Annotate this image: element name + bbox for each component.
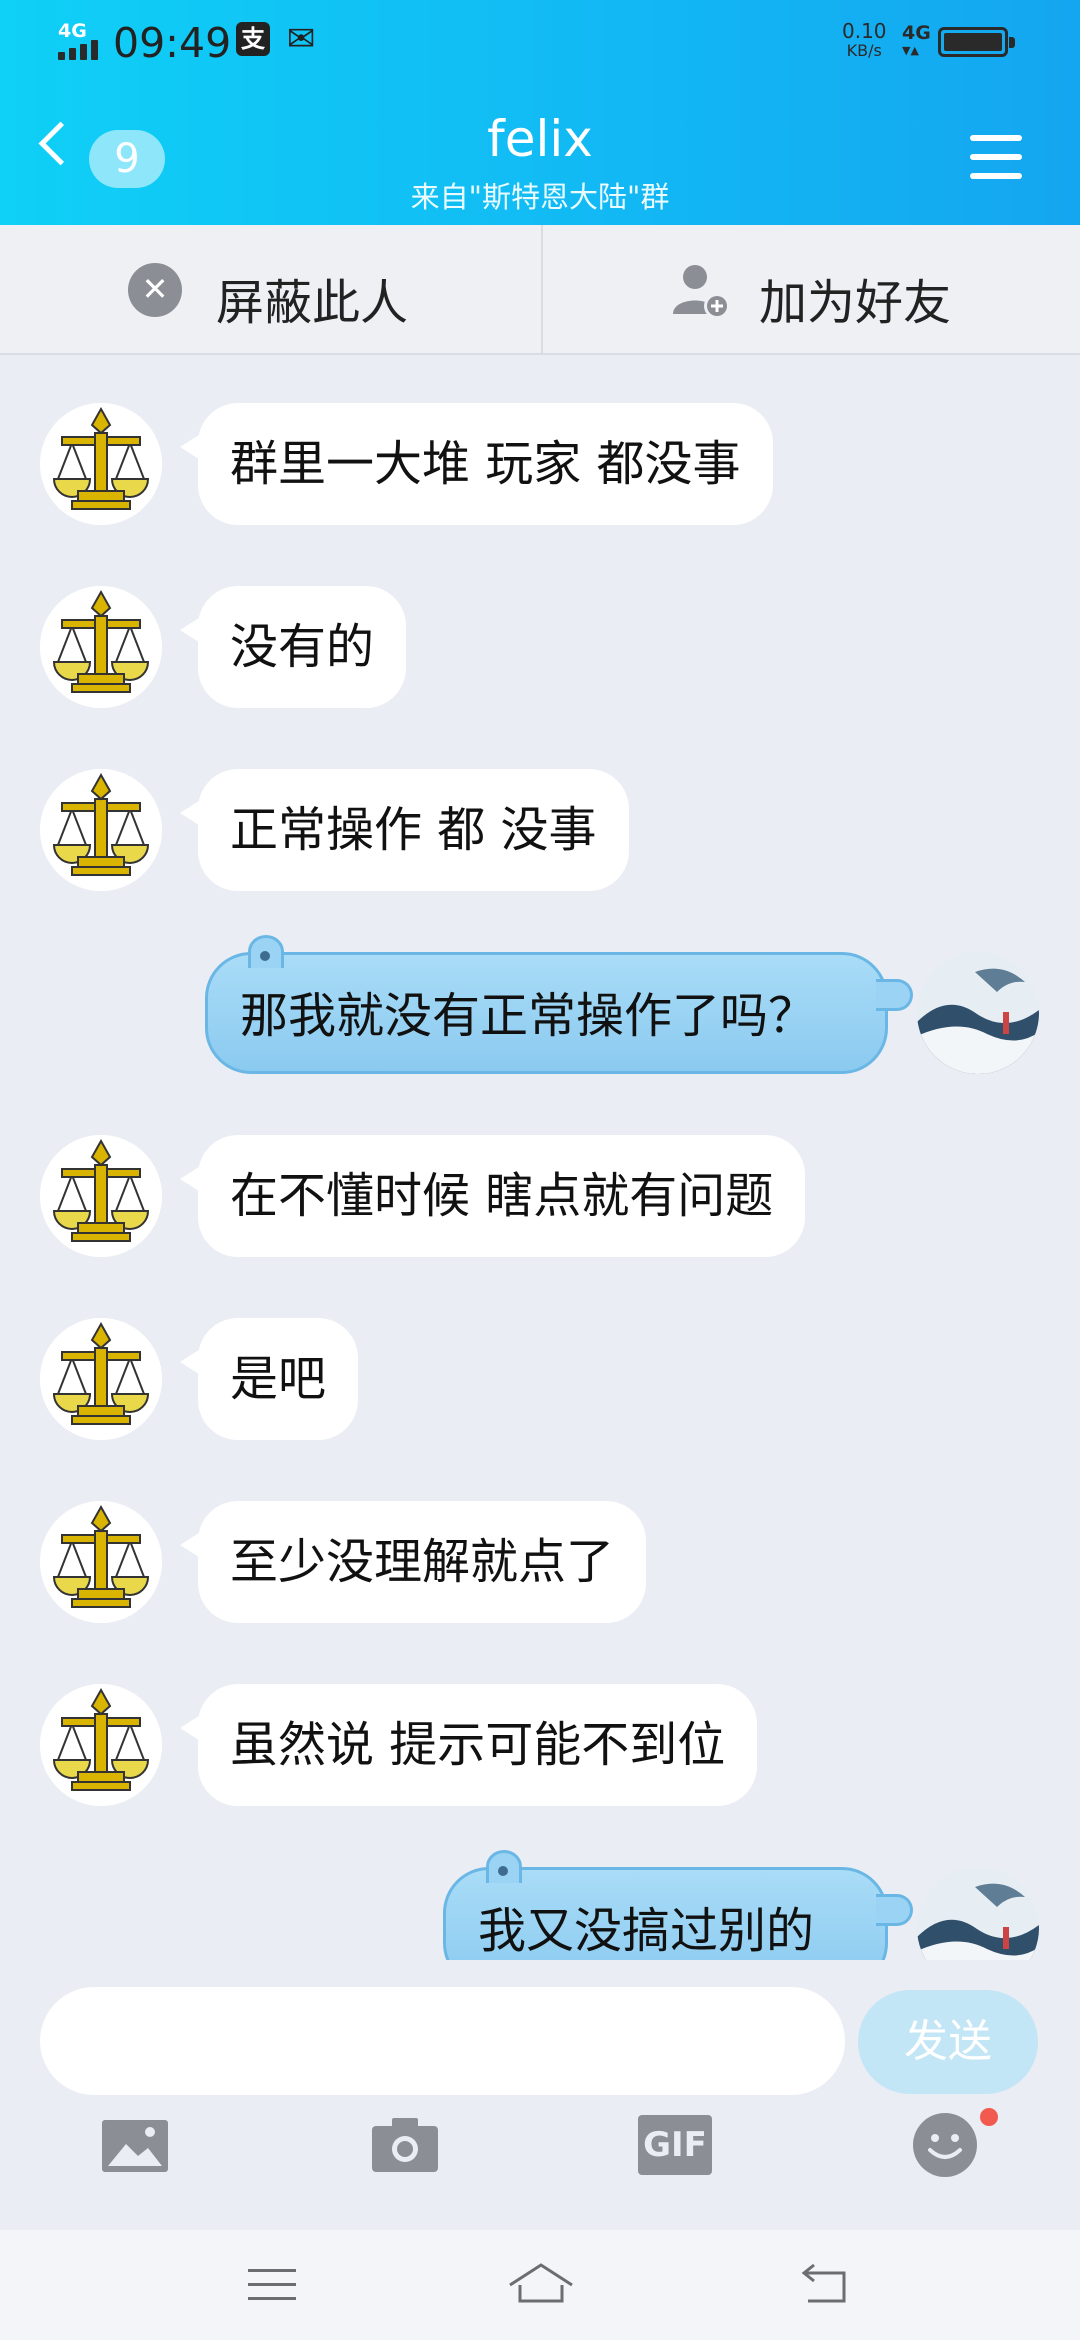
scales-emblem-icon [40,403,162,525]
speed-value: 0.10 [842,19,887,43]
sender-avatar[interactable] [40,403,162,525]
whale-artwork-icon [917,1867,1039,1960]
home-icon[interactable] [506,2255,576,2315]
scales-emblem-icon [40,1501,162,1623]
network-type: 4G [58,20,87,42]
scales-emblem-icon [40,1684,162,1806]
self-message-text: 我又没搞过别的 [478,1903,815,1959]
emoji-icon[interactable] [910,2110,980,2180]
sender-avatar[interactable] [40,586,162,708]
scales-emblem-icon [40,769,162,891]
message-bubble[interactable]: 虽然说 提示可能不到位 [179,1684,758,1806]
back-arrow-icon[interactable] [794,2255,854,2315]
sender-avatar[interactable] [40,769,162,891]
message-bubble[interactable]: 群里一大堆 玩家 都没事 [180,403,773,525]
self-avatar[interactable] [917,1867,1039,1960]
status-bar: 4G 09:49 支 ✉ 0.10 KB/s 4G ▼▲ [0,0,1080,84]
chat-header: 4G 09:49 支 ✉ 0.10 KB/s 4G ▼▲ 9 felix 来自"… [0,0,1080,225]
add-friend-label: 加为好友 [759,275,952,331]
chat-title: felix [487,110,593,168]
whale-artwork-icon [917,952,1039,1074]
network-type-right: 4G ▼▲ [902,22,931,58]
camera-icon[interactable] [370,2110,440,2180]
system-nav-bar [0,2230,1080,2340]
gif-button[interactable]: GIF [638,2115,712,2175]
add-friend-icon [673,265,730,319]
action-bar: ✕ 屏蔽此人 加为好友 [0,225,1080,355]
block-face-icon: ✕ [128,263,182,317]
notification-dot [980,2108,998,2126]
message-list[interactable]: 群里一大堆 玩家 都没事 没有的 正常操作 都 没事 那我就没有正常操作了吗？ … [0,355,1080,1960]
scales-emblem-icon [40,586,162,708]
chat-subtitle: 来自"斯特恩大陆"群 [410,180,670,214]
send-button[interactable]: 发送 [858,1990,1038,2094]
clock: 09:49 [113,19,232,67]
wechat-icon: ✉ [286,19,316,59]
self-message-bubble[interactable]: 我又没搞过别的 [443,1850,913,1960]
message-bubble[interactable]: 正常操作 都 没事 [180,769,629,891]
message-input[interactable] [40,1987,845,2095]
menu-icon[interactable] [970,135,1022,179]
add-friend-button[interactable]: 加为好友 [541,225,1080,353]
scales-emblem-icon [40,1135,162,1257]
self-avatar[interactable] [917,952,1039,1074]
speed-unit: KB/s [846,41,882,60]
message-bubble[interactable]: 至少没理解就点了 [179,1501,647,1623]
message-bubble[interactable]: 在不懂时候 瞎点就有问题 [179,1135,806,1257]
sender-avatar[interactable] [40,1501,162,1623]
self-message-text: 那我就没有正常操作了吗？ [240,988,817,1044]
block-user-label: 屏蔽此人 [216,275,409,331]
battery-icon [938,27,1015,57]
image-icon[interactable] [100,2110,170,2180]
recent-apps-icon[interactable] [242,2255,302,2315]
self-message-bubble[interactable]: 那我就没有正常操作了吗？ [205,935,913,1074]
signal-icon [58,40,108,60]
message-bubble[interactable]: 没有的 [179,586,407,708]
sender-avatar[interactable] [40,1318,162,1440]
network-speed: 0.10 KB/s [842,19,887,60]
alipay-icon: 支 [236,22,270,56]
sender-avatar[interactable] [40,1135,162,1257]
message-bubble[interactable]: 是吧 [179,1318,359,1440]
composer-toolbar: GIF [0,2110,1080,2200]
scales-emblem-icon [40,1318,162,1440]
block-user-button[interactable]: ✕ 屏蔽此人 [0,225,539,353]
sender-avatar[interactable] [40,1684,162,1806]
